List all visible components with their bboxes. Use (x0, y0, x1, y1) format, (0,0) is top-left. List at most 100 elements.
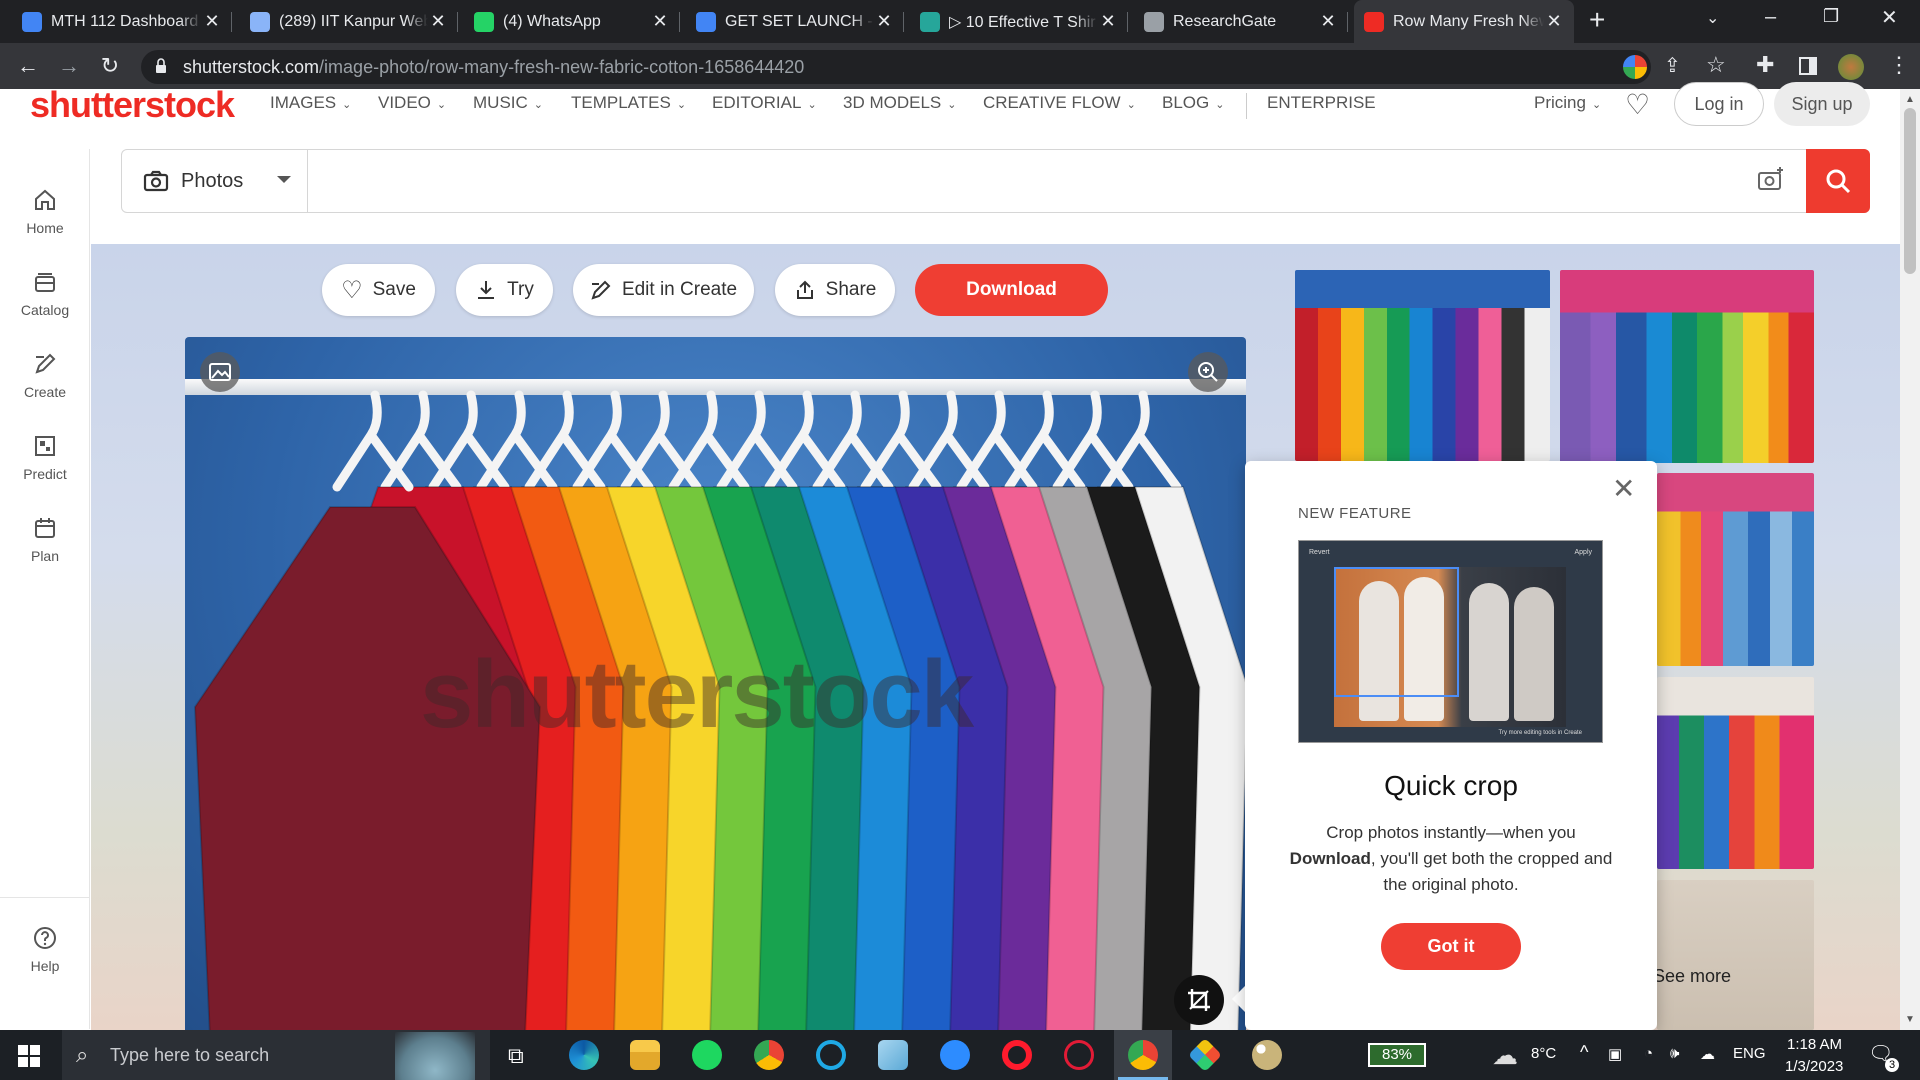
nav-3d-models[interactable]: 3D MODELS ⌄ (843, 93, 956, 113)
tab-close-icon[interactable]: ✕ (202, 11, 222, 32)
nav-creative-flow[interactable]: CREATIVE FLOW ⌄ (983, 93, 1136, 113)
media-type-dropdown[interactable]: Photos (121, 149, 308, 213)
nav-editorial[interactable]: EDITORIAL ⌄ (712, 93, 817, 113)
profile-avatar[interactable] (1838, 54, 1864, 80)
windows-start-icon[interactable] (18, 1045, 40, 1067)
chevron-down-icon: ⌄ (807, 99, 817, 111)
signup-button[interactable]: Sign up (1774, 82, 1870, 126)
url-text[interactable]: shutterstock.com/image-photo/row-many-fr… (183, 57, 804, 78)
tab-close-icon[interactable]: ✕ (1544, 11, 1564, 32)
forward-icon[interactable]: → (56, 53, 82, 79)
favorites-heart-icon[interactable]: ♡ (1625, 88, 1650, 121)
reload-icon[interactable]: ↻ (97, 53, 123, 79)
cortana-icon[interactable] (816, 1040, 846, 1070)
close-window-icon[interactable]: ✕ (1881, 5, 1898, 30)
nav-video[interactable]: VIDEO ⌄ (378, 93, 446, 113)
tab-search-icon[interactable]: ⌄ (1706, 8, 1719, 28)
tab-1[interactable]: MTH 112 Dashboard ✕ (12, 0, 232, 43)
wifi-icon[interactable]: ◔ (1644, 1045, 1653, 1062)
tab-6[interactable]: ResearchGate ✕ (1134, 0, 1348, 43)
see-more-link[interactable]: See more (1653, 966, 1731, 987)
google-lens-icon[interactable] (1623, 55, 1647, 79)
related-thumbnail[interactable] (1295, 270, 1550, 461)
sidebar-item-predict[interactable]: Predict (0, 432, 90, 482)
share-page-icon[interactable]: ⇪ (1664, 53, 1681, 78)
help-icon (34, 927, 56, 949)
tab-7[interactable]: Row Many Fresh New ✕ (1354, 0, 1574, 43)
browser-menu-icon[interactable]: ⋮ (1888, 52, 1910, 78)
nav-images[interactable]: IMAGES ⌄ (270, 93, 351, 113)
language-indicator[interactable]: ENG (1733, 1045, 1766, 1062)
nav-enterprise[interactable]: ENTERPRISE (1267, 93, 1376, 113)
tab-5[interactable]: ▷ 10 Effective T Shir ✕ (910, 0, 1128, 43)
tab-close-icon[interactable]: ✕ (650, 11, 670, 32)
save-button[interactable]: ♡ Save (322, 264, 435, 316)
image-search-icon[interactable] (1756, 164, 1786, 194)
scroll-up-icon[interactable]: ▲ (1905, 94, 1915, 105)
nav-templates[interactable]: TEMPLATES ⌄ (571, 93, 686, 113)
chrome-active-icon[interactable] (1128, 1040, 1158, 1070)
popup-close-icon[interactable]: ✕ (1612, 472, 1635, 505)
volume-icon[interactable]: 🕪 (1670, 1045, 1679, 1062)
login-button[interactable]: Log in (1674, 82, 1764, 126)
nav-music[interactable]: MUSIC ⌄ (473, 93, 543, 113)
got-it-button[interactable]: Got it (1381, 923, 1521, 970)
edge-icon[interactable] (569, 1040, 599, 1070)
tab-close-icon[interactable]: ✕ (1318, 11, 1338, 32)
nav-blog[interactable]: BLOG ⌄ (1162, 93, 1224, 113)
tab-2[interactable]: (289) IIT Kanpur Web ✕ (240, 0, 458, 43)
side-panel-icon[interactable] (1799, 57, 1817, 75)
zoom-icon[interactable] (940, 1040, 970, 1070)
back-icon[interactable]: ← (15, 53, 41, 79)
sidebar-item-help[interactable]: Help (0, 924, 90, 974)
bookmark-star-icon[interactable]: ☆ (1706, 52, 1726, 78)
notepad-icon[interactable] (878, 1040, 908, 1070)
minimize-icon[interactable]: – (1765, 6, 1776, 29)
tab-close-icon[interactable]: ✕ (874, 11, 894, 32)
search-button[interactable] (1806, 149, 1870, 213)
pricing-menu[interactable]: Pricing ⌄ (1534, 93, 1601, 113)
scrollbar-thumb[interactable] (1904, 108, 1916, 274)
battery-indicator[interactable]: 83% (1368, 1043, 1426, 1067)
weather-cloud-icon[interactable]: ☁ (1492, 1040, 1518, 1071)
sidebar-item-plan[interactable]: Plan (0, 514, 90, 564)
scroll-down-icon[interactable]: ▼ (1905, 1014, 1915, 1025)
related-thumbnail[interactable] (1657, 677, 1814, 869)
temperature[interactable]: 8°C (1531, 1045, 1556, 1062)
new-tab-button[interactable]: + (1589, 4, 1605, 36)
tab-close-icon[interactable]: ✕ (1098, 11, 1118, 32)
maximize-icon[interactable]: ❐ (1823, 6, 1839, 27)
tab-close-icon[interactable]: ✕ (428, 11, 448, 32)
try-button[interactable]: Try (456, 264, 553, 316)
download-button[interactable]: Download (915, 264, 1108, 316)
zoom-in-icon[interactable] (1188, 352, 1228, 392)
tab-3[interactable]: (4) WhatsApp ✕ (464, 0, 680, 43)
related-thumbnail-more[interactable] (1657, 880, 1814, 1030)
paint-icon[interactable] (1252, 1040, 1282, 1070)
extensions-icon[interactable]: ✚ (1756, 52, 1774, 78)
search-input[interactable] (320, 156, 1740, 206)
tray-app-icon[interactable]: ▣ (1608, 1045, 1622, 1063)
opera-gx-icon[interactable] (1064, 1040, 1094, 1070)
chrome-icon[interactable] (754, 1040, 784, 1070)
share-button[interactable]: Share (775, 264, 895, 316)
shutterstock-logo[interactable]: shutterstock (30, 84, 235, 126)
opera-icon[interactable] (1002, 1040, 1032, 1070)
file-explorer-icon[interactable] (630, 1040, 660, 1070)
edit-in-create-button[interactable]: Edit in Create (573, 264, 754, 316)
image-view-icon[interactable] (200, 352, 240, 392)
tray-chevron-icon[interactable]: ^ (1580, 1042, 1588, 1063)
task-view-icon[interactable]: ⧉ (508, 1043, 524, 1069)
clock-time[interactable]: 1:18 AM (1787, 1036, 1842, 1053)
spotify-icon[interactable] (692, 1040, 722, 1070)
tab-4[interactable]: GET SET LAUNCH - C ✕ (686, 0, 904, 43)
lock-icon[interactable] (155, 58, 167, 74)
clock-date[interactable]: 1/3/2023 (1785, 1058, 1843, 1075)
related-thumbnail[interactable] (1560, 270, 1814, 463)
onedrive-icon[interactable]: ☁ (1700, 1045, 1715, 1063)
sidebar-item-catalog[interactable]: Catalog (0, 268, 90, 318)
sidebar-item-create[interactable]: Create (0, 350, 90, 400)
related-thumbnail[interactable] (1657, 473, 1814, 666)
crop-icon[interactable] (1174, 975, 1224, 1025)
sidebar-item-home[interactable]: Home (0, 186, 90, 236)
